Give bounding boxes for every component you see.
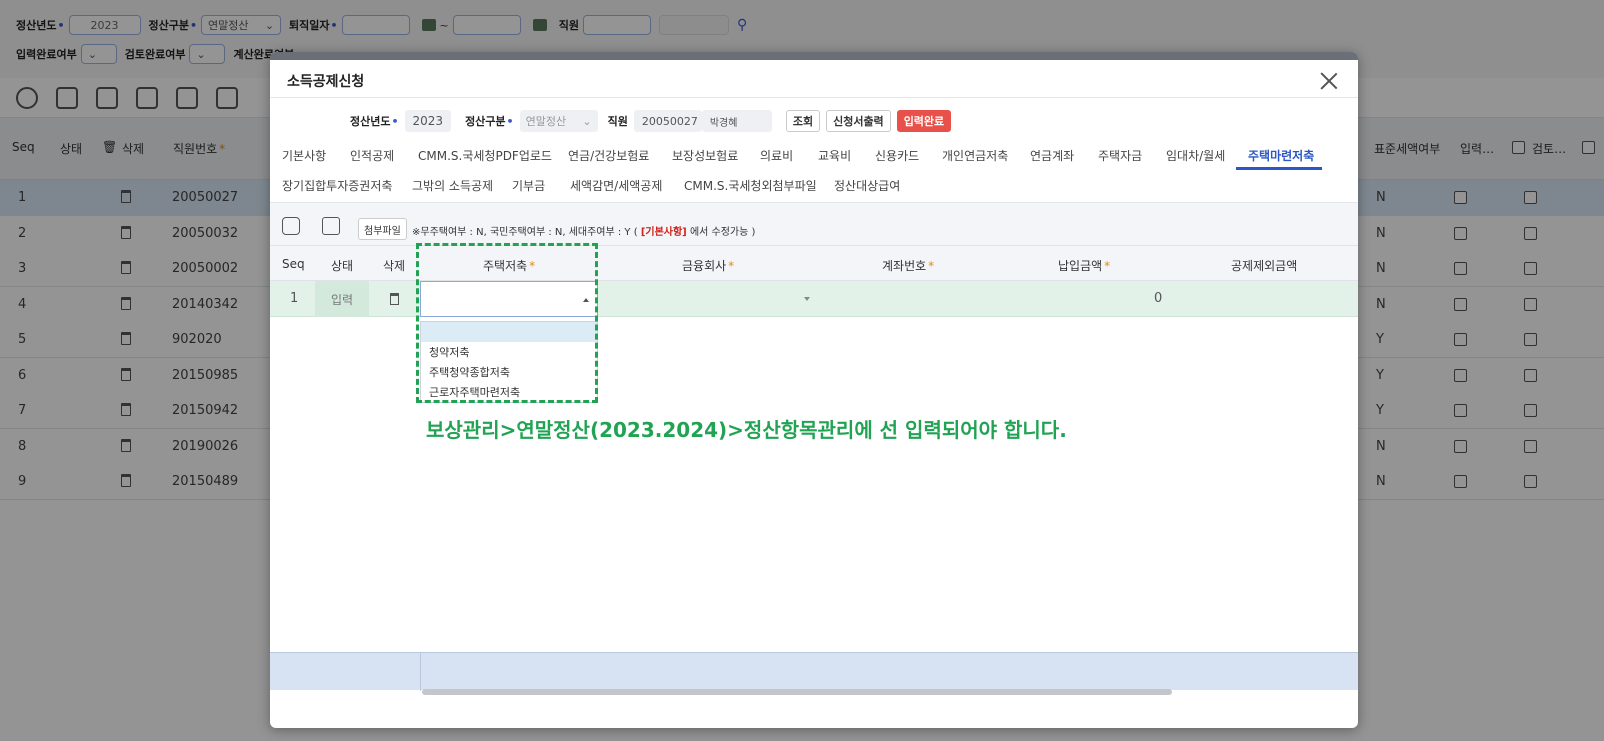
tab-item[interactable]: 임대차/월세 <box>1166 147 1225 164</box>
col-delete: 삭제 <box>383 259 406 273</box>
tab-bar-row-2: 장기집합투자증권저축 그밖의 소득공제 기부금 세액감면/세액공제 CMM.S.국세청외… <box>270 170 1358 200</box>
row-status: 입력 <box>315 281 369 317</box>
input-complete-button[interactable]: 입력완료 <box>896 110 952 132</box>
year-label: 정산년도 <box>350 113 399 129</box>
tab-bar-row-1: 기본사항 인적공제 CMM.S.국세청PDF업로드 연금/건강보험료 보장성보험료 의료비… <box>270 140 1358 170</box>
tab-item[interactable]: 장기집합투자증권저축 <box>282 177 392 194</box>
tab-item[interactable]: 연금/건강보험료 <box>568 147 649 164</box>
dropdown-option[interactable]: 주택청약종합저축 <box>421 362 597 382</box>
close-icon[interactable] <box>1318 70 1340 92</box>
tab-item[interactable]: 그밖의 소득공제 <box>412 177 493 194</box>
chevron-up-icon <box>583 298 589 302</box>
savings-type-dropdown: 청약저축 주택청약종합저축 근로자주택마련저축 <box>420 321 598 403</box>
modal-search-bar: 정산년도 2023 정산구분 연말정산⌄ 직원 20050027 박경혜 조회 … <box>350 108 957 134</box>
add-row-icon[interactable] <box>282 217 300 235</box>
savings-grid-header: Seq 상태 삭제 주택저축 금융회사 계좌번호 납입금액 공제제외금액 <box>270 245 1358 281</box>
tab-item[interactable]: 교육비 <box>818 147 851 164</box>
col-savings-type: 주택저축 <box>483 257 535 274</box>
modal-top-bar <box>270 52 1358 60</box>
employee-id-field: 20050027 <box>633 110 702 132</box>
row-amount[interactable]: 0 <box>1154 291 1162 306</box>
tab-item[interactable]: 보장성보험료 <box>672 147 738 164</box>
col-status: 상태 <box>331 259 354 273</box>
tab-item[interactable]: 주택마련저축 <box>1248 147 1314 164</box>
panel-toolbar: 첨부파일 ※무주택여부 : N, 국민주택여부 : N, 세대주여부 : Y (… <box>270 203 1358 245</box>
savings-type-combobox[interactable] <box>420 281 598 317</box>
col-seq: Seq <box>282 257 305 271</box>
tab-item[interactable]: CMM.S.국세청PDF업로드 <box>418 147 552 164</box>
tab-item[interactable]: 주택자금 <box>1098 147 1142 164</box>
note-suffix: 에서 수정가능 ) <box>686 227 756 238</box>
note-prefix: ※무주택여부 : N, 국민주택여부 : N, 세대주여부 : Y ( <box>412 227 641 238</box>
tab-item[interactable]: 기부금 <box>512 177 545 194</box>
print-form-button[interactable]: 신청서출력 <box>826 110 891 132</box>
tab-item[interactable]: 연금계좌 <box>1030 147 1074 164</box>
basic-info-link[interactable]: [기본사항] <box>641 227 687 238</box>
tab-item[interactable]: 기본사항 <box>282 147 326 164</box>
col-amount: 납입금액 <box>1058 257 1110 274</box>
horizontal-scrollbar[interactable] <box>422 689 1172 695</box>
dropdown-option[interactable] <box>421 322 597 342</box>
type-select: 연말정산 ⌄ <box>519 110 598 132</box>
tab-item[interactable]: 의료비 <box>760 147 793 164</box>
tab-item[interactable]: 세액감면/세액공제 <box>570 177 662 194</box>
tab-item[interactable]: 정산대상급여 <box>834 177 900 194</box>
tab-item[interactable]: 개인연금저축 <box>942 147 1008 164</box>
col-bank: 금융회사 <box>682 257 734 274</box>
tab-item[interactable]: 인적공제 <box>350 147 394 164</box>
year-field: 2023 <box>404 110 452 132</box>
chevron-down-icon[interactable] <box>804 297 810 301</box>
type-select-value: 연말정산 <box>525 115 567 128</box>
divider <box>270 97 1358 98</box>
dropdown-option[interactable]: 청약저축 <box>421 342 597 362</box>
trash-icon[interactable] <box>390 293 399 305</box>
tab-item[interactable]: 신용카드 <box>875 147 919 164</box>
col-excluded-amount: 공제제외금액 <box>1231 259 1298 273</box>
row-seq: 1 <box>290 291 299 306</box>
employee-label: 직원 <box>607 115 628 128</box>
tab-item[interactable]: CMM.S.국세청외첨부파일 <box>684 177 817 194</box>
housing-status-note: ※무주택여부 : N, 국민주택여부 : N, 세대주여부 : Y ( [기본사… <box>412 223 755 238</box>
dropdown-option[interactable]: 근로자주택마련저축 <box>421 382 597 402</box>
save-icon[interactable] <box>322 217 340 235</box>
col-account: 계좌번호 <box>882 257 934 274</box>
chevron-down-icon: ⌄ <box>582 114 592 128</box>
grid-footer <box>270 652 1358 691</box>
income-deduction-modal: 소득공제신청 정산년도 2023 정산구분 연말정산⌄ 직원 20050027 … <box>270 52 1358 728</box>
divider <box>420 653 421 691</box>
annotation-text: 보상관리>연말정산(2023.2024)>정산항목관리에 선 입력되어야 합니다… <box>426 418 1067 442</box>
type-label: 정산구분 <box>465 113 514 129</box>
modal-title: 소득공제신청 <box>287 74 365 90</box>
attach-file-button[interactable]: 첨부파일 <box>358 218 407 240</box>
search-button[interactable]: 조회 <box>785 110 821 132</box>
employee-name-field: 박경혜 <box>701 110 772 132</box>
